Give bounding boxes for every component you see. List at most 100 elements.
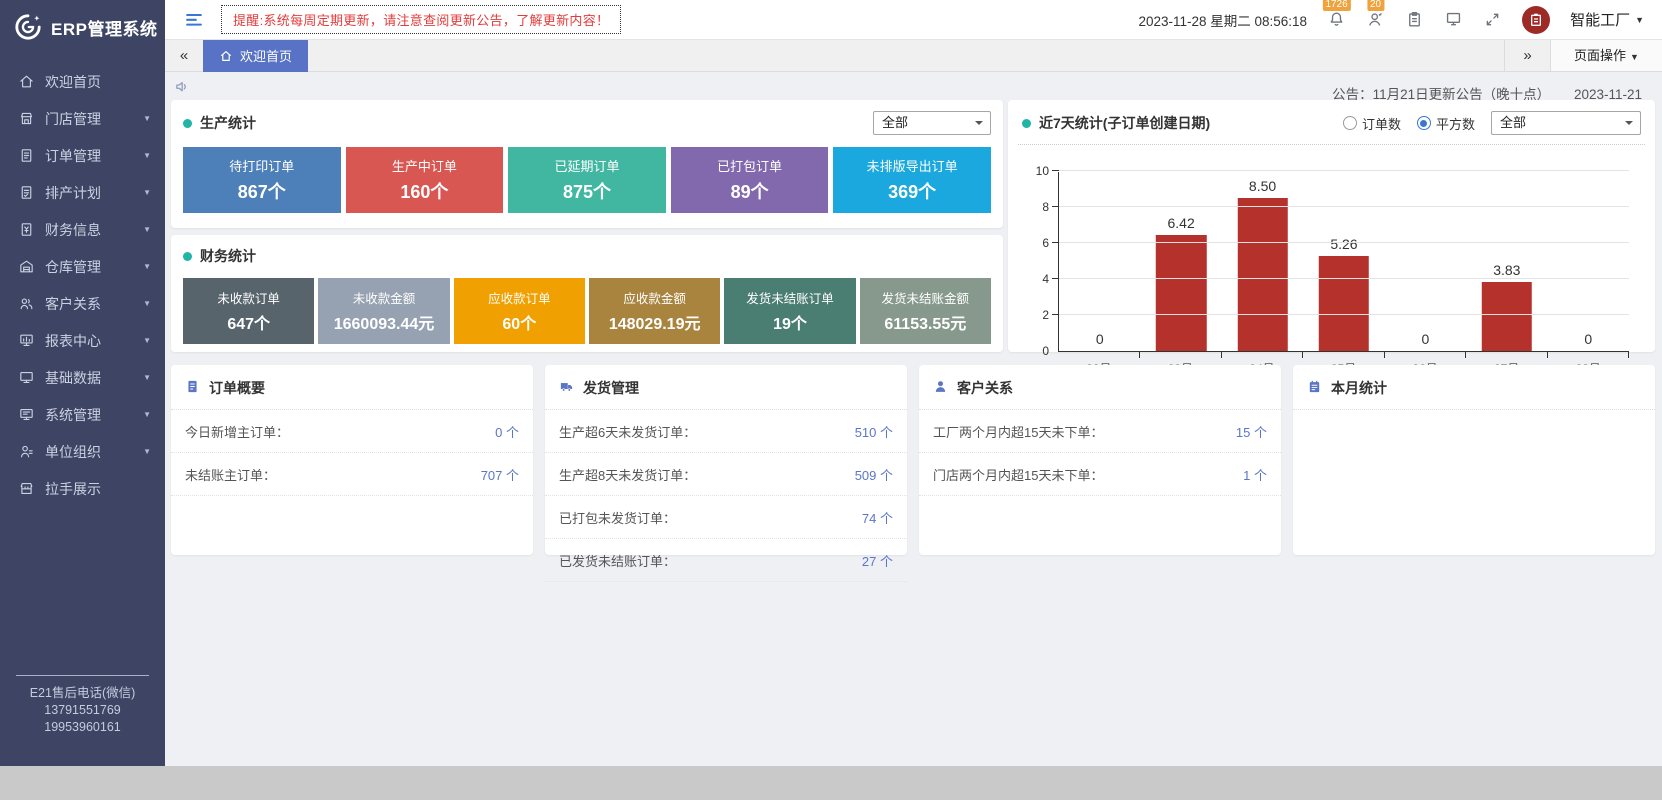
production-filter-select[interactable]: 全部	[873, 111, 991, 135]
chart-filter-select[interactable]: 全部	[1491, 111, 1641, 135]
sidebar-item-handshake[interactable]: 拉手展示	[0, 470, 165, 507]
chevron-down-icon: ▼	[143, 262, 151, 271]
panel-title: 客户关系	[957, 378, 1013, 398]
info-row: 门店两个月内超15天未下单： 1 个	[919, 453, 1281, 496]
bar-chart: 06.428.505.2603.830 0246810	[1058, 172, 1629, 352]
handshake-icon	[18, 480, 35, 497]
chevron-down-icon: ▼	[143, 151, 151, 160]
stat-card-label: 未排版导出订单	[867, 156, 958, 175]
chart-value-label: 0	[1538, 331, 1639, 347]
finance-stat-card[interactable]: 应收款金额148029.19元	[589, 278, 720, 344]
screen-icon[interactable]	[1444, 10, 1463, 29]
sidebar-item-system[interactable]: 系统管理▼	[0, 396, 165, 433]
tabs-expand-button[interactable]: »	[1504, 40, 1550, 71]
finance-stat-card[interactable]: 发货未结账金额61153.55元	[860, 278, 991, 344]
radio-square-count[interactable]: 平方数	[1417, 114, 1475, 133]
sidebar-item-home[interactable]: 欢迎首页	[0, 63, 165, 100]
panel-title: 本月统计	[1331, 378, 1387, 398]
sidebar-item-report[interactable]: 报表中心▼	[0, 322, 165, 359]
chart-bar-slot: 0	[1059, 172, 1140, 351]
info-row-value[interactable]: 707 个	[481, 465, 519, 484]
warehouse-icon	[18, 258, 35, 275]
order-summary-header: 订单概要	[171, 365, 533, 410]
order-icon	[18, 147, 35, 164]
chevron-down-icon: ▼	[143, 188, 151, 197]
sidebar-item-label: 仓库管理	[45, 257, 143, 277]
y-axis-tick-label: 4	[1017, 272, 1049, 286]
info-row: 生产超6天未发货订单：510 个	[545, 410, 907, 453]
app-title: ERP管理系统	[51, 15, 157, 40]
info-row-label: 门店两个月内超15天未下单：	[933, 465, 1103, 484]
finance-stat-card[interactable]: 应收款订单60个	[454, 278, 585, 344]
support-phone-label: E21售后电话(微信)	[0, 685, 165, 702]
production-stat-card[interactable]: 待打印订单867个	[183, 147, 341, 213]
sidebar-item-label: 单位组织	[45, 442, 143, 462]
info-row-value[interactable]: 27 个	[862, 551, 893, 570]
last7days-chart-panel: 近7天统计(子订单创建日期) 订单数平方数 全部 06.428.505.2603…	[1008, 100, 1655, 352]
stat-card-value: 875个	[563, 178, 611, 204]
chart-bar	[1319, 256, 1369, 351]
customer-relations-header: 客户关系	[919, 365, 1281, 410]
store-icon	[18, 110, 35, 127]
truck-mini-icon	[559, 379, 574, 394]
info-row: 生产超8天未发货订单：509 个	[545, 453, 907, 496]
user-menu[interactable]: 智能工厂 ▼	[1570, 9, 1644, 30]
contacts-icon[interactable]: 20	[1366, 10, 1385, 29]
calendar-mini-icon	[1307, 379, 1322, 394]
chevron-down-icon: ▼	[143, 225, 151, 234]
info-row-value[interactable]: 1 个	[1243, 465, 1267, 484]
info-row-value[interactable]: 74 个	[862, 508, 893, 527]
sidebar-item-schedule[interactable]: 排产计划▼	[0, 174, 165, 211]
tabs-collapse-button[interactable]: «	[165, 47, 203, 64]
chevron-down-icon: ▼	[1635, 15, 1644, 25]
info-row-value[interactable]: 509 个	[855, 465, 893, 484]
info-row: 今日新增主订单：0 个	[171, 410, 533, 453]
sidebar-item-org[interactable]: 单位组织▼	[0, 433, 165, 470]
chevron-down-icon: ▼	[143, 410, 151, 419]
bell-icon[interactable]: 1726	[1327, 10, 1346, 29]
sidebar-item-label: 报表中心	[45, 331, 143, 351]
chart-bar	[1237, 198, 1287, 351]
stat-card-label: 未收款金额	[353, 288, 416, 307]
chart-value-label: 8.50	[1212, 178, 1313, 194]
sidebar-item-warehouse[interactable]: 仓库管理▼	[0, 248, 165, 285]
sidebar-item-finance[interactable]: 财务信息▼	[0, 211, 165, 248]
home-icon	[18, 73, 35, 90]
production-stat-card[interactable]: 生产中订单160个	[346, 147, 504, 213]
page-actions-dropdown[interactable]: 页面操作▼	[1550, 40, 1662, 71]
org-icon	[18, 443, 35, 460]
finance-stat-card[interactable]: 未收款金额1660093.44元	[318, 278, 449, 344]
info-row-value[interactable]: 0 个	[495, 422, 519, 441]
stat-card-label: 已打包订单	[717, 156, 782, 175]
chart-bar	[1482, 282, 1532, 351]
clipboard-icon[interactable]	[1405, 10, 1424, 29]
sidebar-item-basedata[interactable]: 基础数据▼	[0, 359, 165, 396]
finance-stat-card[interactable]: 未收款订单647个	[183, 278, 314, 344]
y-axis-tick-label: 8	[1017, 200, 1049, 214]
production-stats-title: 生产统计	[200, 113, 256, 133]
tab-welcome-home[interactable]: 欢迎首页	[203, 40, 308, 72]
sidebar-item-order[interactable]: 订单管理▼	[0, 137, 165, 174]
stat-card-value: 60个	[502, 310, 536, 334]
production-stat-card[interactable]: 已延期订单 875个	[508, 147, 666, 213]
stat-card-label: 已延期订单	[554, 156, 619, 175]
production-stat-card[interactable]: 已打包订单89个	[671, 147, 829, 213]
sidebar-item-customer[interactable]: 客户关系▼	[0, 285, 165, 322]
finance-stat-card[interactable]: 发货未结账订单19个	[724, 278, 855, 344]
main-content: 公告：11月21日更新公告（晚十点） 2023-11-21 生产统计 全部 待打…	[165, 72, 1662, 766]
chevron-down-icon: ▼	[143, 447, 151, 456]
info-row: 未结账主订单：707 个	[171, 453, 533, 496]
user-avatar[interactable]	[1522, 6, 1550, 34]
sidebar-menu: 欢迎首页门店管理▼订单管理▼排产计划▼财务信息▼仓库管理▼客户关系▼报表中心▼基…	[0, 55, 165, 507]
chart-value-label: 0	[1049, 331, 1150, 347]
radio-order-count[interactable]: 订单数	[1343, 114, 1401, 133]
sidebar-toggle-icon[interactable]	[183, 9, 205, 31]
fullscreen-icon[interactable]	[1483, 10, 1502, 29]
chart-bar-slot: 6.42	[1140, 172, 1221, 351]
info-row-value[interactable]: 15 个	[1236, 422, 1267, 441]
datetime: 2023-11-28 星期二 08:56:18	[1138, 10, 1307, 30]
sidebar-item-store[interactable]: 门店管理▼	[0, 100, 165, 137]
tab-label: 欢迎首页	[240, 46, 292, 65]
info-row-value[interactable]: 510 个	[855, 422, 893, 441]
production-stat-card[interactable]: 未排版导出订单369个	[833, 147, 991, 213]
